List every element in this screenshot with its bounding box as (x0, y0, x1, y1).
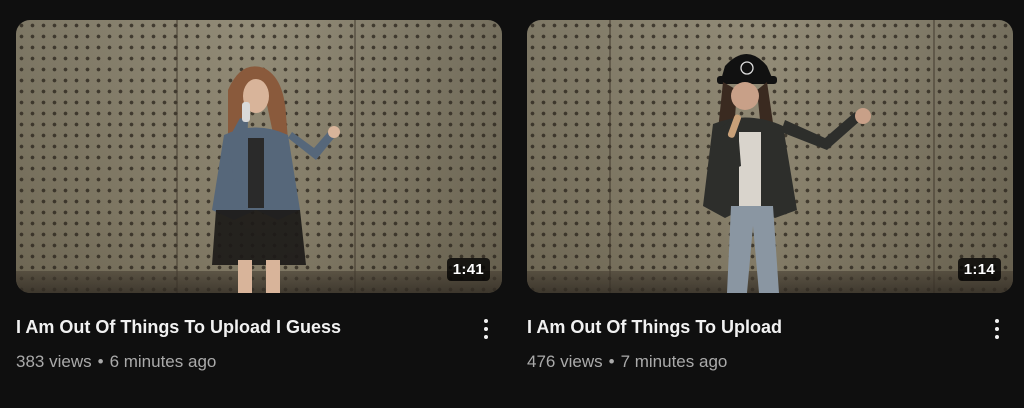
meta-separator: • (608, 352, 615, 371)
upload-age: 7 minutes ago (620, 352, 728, 371)
meta-separator: • (97, 352, 104, 371)
video-thumbnail[interactable]: 1:14 (527, 20, 1013, 293)
video-card[interactable]: 1:41 I Am Out Of Things To Upload I Gues… (16, 20, 502, 385)
upload-age: 6 minutes ago (109, 352, 217, 371)
video-thumbnail[interactable]: 1:41 (16, 20, 502, 293)
video-info: 383 views • 6 minutes ago (16, 351, 216, 373)
video-meta: I Am Out Of Things To Upload 476 views • 7… (527, 315, 1013, 385)
video-title[interactable]: I Am Out Of Things To Upload (527, 315, 967, 339)
duration-badge: 1:41 (446, 258, 490, 281)
performer-figure (212, 66, 340, 293)
video-info: 476 views • 7 minutes ago (527, 351, 727, 373)
duration-badge: 1:14 (957, 258, 1001, 281)
video-title[interactable]: I Am Out Of Things To Upload I Guess (16, 315, 456, 339)
performer-figure (703, 54, 871, 293)
view-count: 476 views (527, 352, 603, 371)
video-card[interactable]: 1:14 I Am Out Of Things To Upload 476 vi… (527, 20, 1013, 385)
more-vert-icon[interactable] (474, 315, 498, 345)
more-vert-icon[interactable] (985, 315, 1009, 345)
video-grid: 1:41 I Am Out Of Things To Upload I Gues… (0, 0, 1024, 408)
video-meta: I Am Out Of Things To Upload I Guess 383… (16, 315, 502, 385)
view-count: 383 views (16, 352, 92, 371)
